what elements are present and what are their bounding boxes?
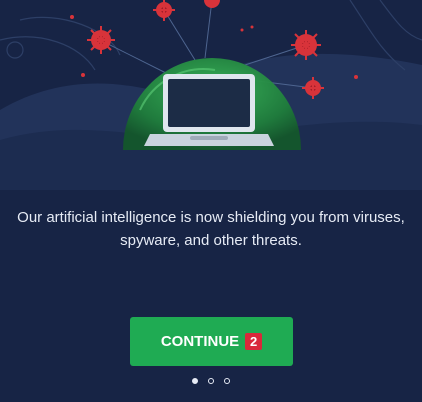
continue-button[interactable]: CONTINUE 2 — [130, 317, 293, 366]
pagination-dot[interactable] — [192, 378, 198, 384]
onboarding-message: Our artificial intelligence is now shiel… — [0, 206, 422, 252]
message-line-2: spyware, and other threats. — [120, 232, 302, 249]
pagination-dot[interactable] — [224, 378, 230, 384]
message-line-1: Our artificial intelligence is now shiel… — [17, 209, 405, 226]
virus-icon — [153, 0, 175, 21]
pagination-dots — [0, 378, 422, 384]
step-badge: 2 — [245, 333, 263, 350]
continue-label: CONTINUE — [160, 333, 240, 350]
hero-illustration — [0, 0, 422, 190]
laptop-icon — [144, 74, 274, 146]
pagination-dot[interactable] — [208, 378, 214, 384]
virus-icon — [291, 30, 321, 60]
virus-icon — [87, 26, 115, 54]
virus-icon — [204, 0, 220, 8]
